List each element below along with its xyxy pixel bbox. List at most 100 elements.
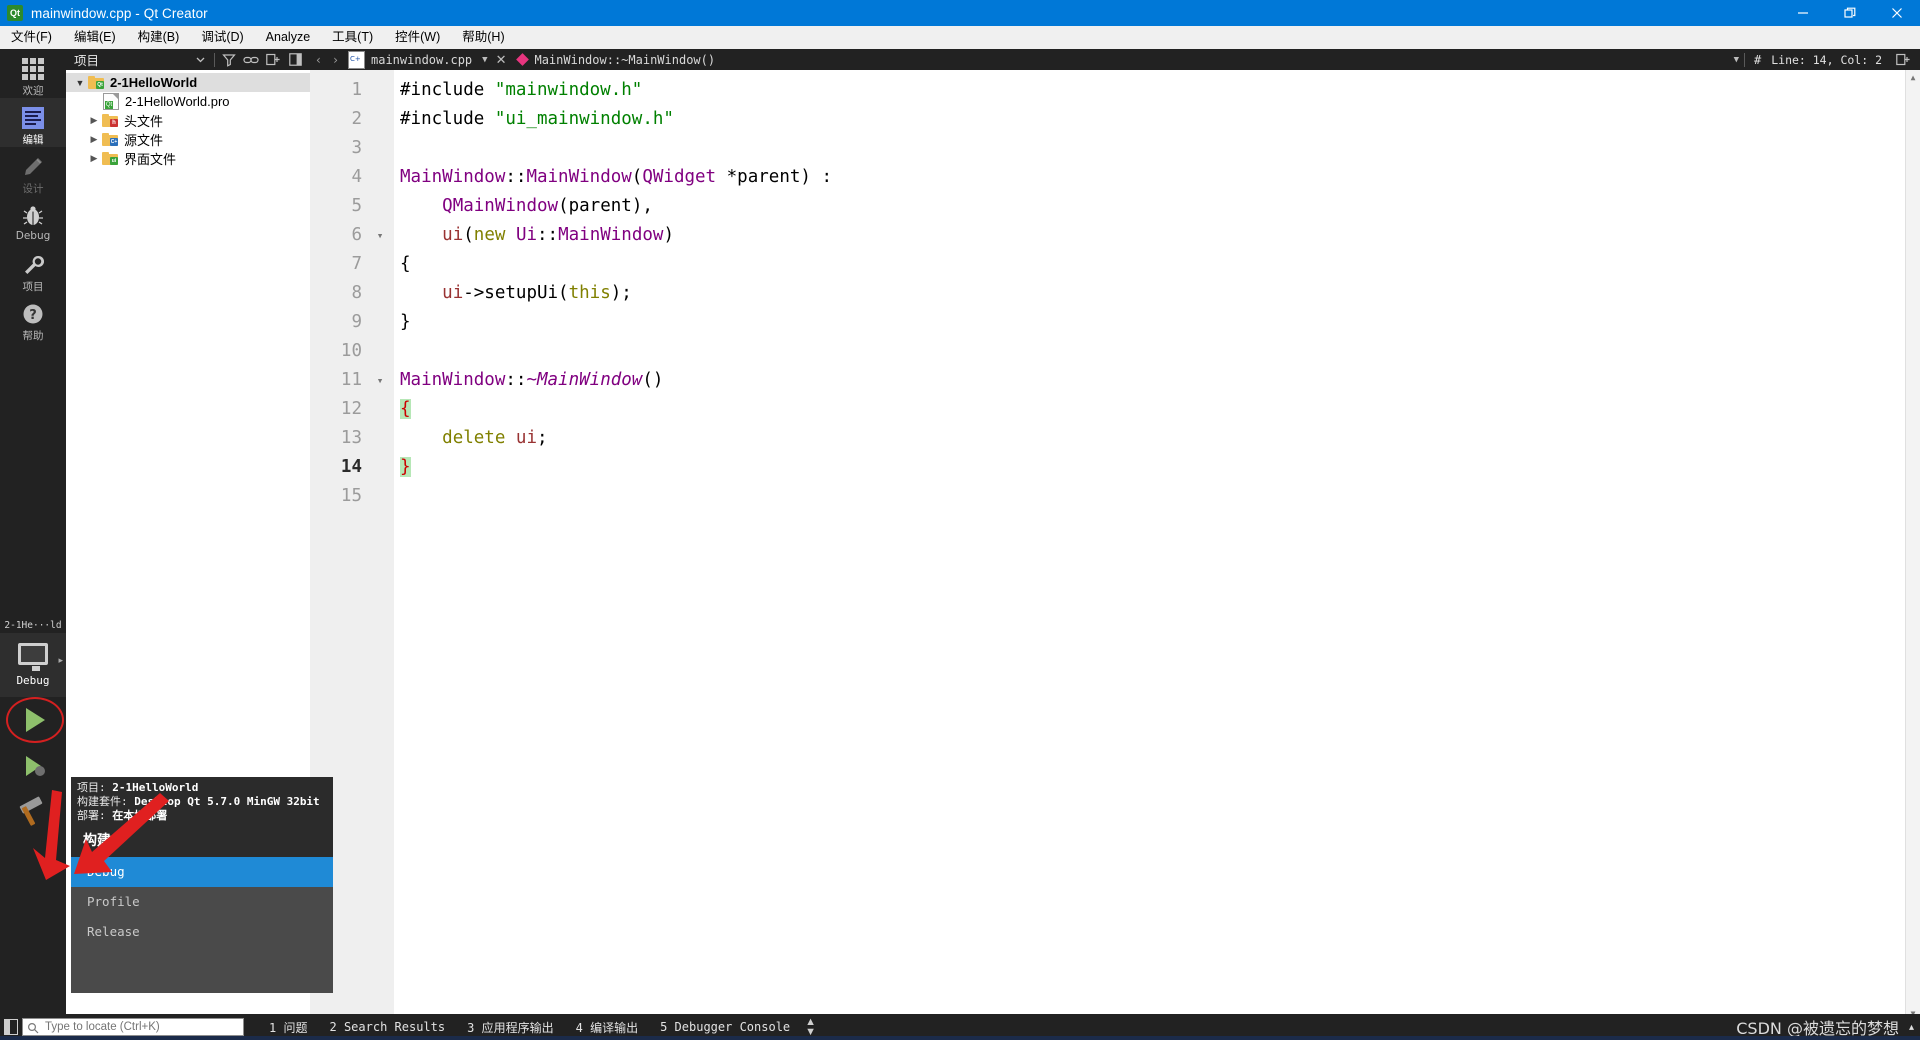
restore-button[interactable] <box>1826 0 1873 26</box>
code-line: 2 #include "ui_mainwindow.h" <box>310 105 1920 134</box>
file-badge: Qt <box>105 101 113 109</box>
fold-marker-icon[interactable] <box>364 453 396 482</box>
menu-file[interactable]: 文件(F) <box>0 26 63 49</box>
folder-icon: ui <box>102 152 118 165</box>
menu-debug[interactable]: 调试(D) <box>190 26 254 49</box>
debug-run-button[interactable] <box>0 743 66 789</box>
sidebar-item-projects[interactable]: 项目 <box>0 245 66 294</box>
collapse-arrow-icon: ▴ <box>1908 1021 1914 1033</box>
fold-marker-icon[interactable] <box>364 105 396 134</box>
code-line: 4 MainWindow::MainWindow(QWidget *parent)… <box>310 163 1920 192</box>
build-button[interactable] <box>0 789 66 835</box>
sidebar-item-debug[interactable]: Debug <box>0 196 66 245</box>
output-pane-debugger-console[interactable]: 5 Debugger Console <box>649 1020 801 1034</box>
fold-marker-icon[interactable]: ▾ <box>364 366 396 395</box>
code-text: ui(new Ui::MainWindow) <box>442 225 674 245</box>
menu-help[interactable]: 帮助(H) <box>451 26 515 49</box>
link-icon[interactable] <box>240 50 262 70</box>
popup-info-kit: 构建套件: Desktop Qt 5.7.0 MinGW 32bit <box>77 795 320 808</box>
menu-analyze[interactable]: Analyze <box>255 26 321 49</box>
tree-item-project[interactable]: ▼ Qt 2-1HelloWorld <box>66 73 310 92</box>
sidebar-icon[interactable] <box>284 50 306 70</box>
fold-marker-icon[interactable] <box>364 482 396 511</box>
editor-tab-filename[interactable]: mainwindow.cpp <box>371 53 472 67</box>
fold-marker-icon[interactable]: ▾ <box>364 221 396 250</box>
kit-selector[interactable]: 2-1He···ld Debug ▸ <box>0 619 66 835</box>
nav-forward-icon[interactable]: › <box>327 53 344 67</box>
output-pane-compile-output[interactable]: 4 编译输出 <box>565 1019 649 1036</box>
pane-updown-icon[interactable]: ▲ ▼ <box>801 1017 816 1038</box>
code-text: QMainWindow(parent), <box>442 196 653 216</box>
menu-edit[interactable]: 编辑(E) <box>63 26 127 49</box>
popup-section-header: 构建 <box>71 823 333 857</box>
menu-tools[interactable]: 工具(T) <box>321 26 384 49</box>
mode-label-design: 设计 <box>22 183 44 195</box>
tree-label-pro-file: 2-1HelloWorld.pro <box>125 94 230 109</box>
editor-vertical-scrollbar[interactable]: ▲ ▼ <box>1905 70 1920 1020</box>
popup-target-info: 项目: 2-1HelloWorld 构建套件: Desktop Qt 5.7.0… <box>71 777 333 823</box>
editor-area: ‹ › mainwindow.cpp ▼ ✕ MainWindow::~Main… <box>310 49 1920 1020</box>
sidebar-item-edit[interactable]: 编辑 <box>0 98 66 147</box>
folder-badge: h <box>110 119 118 127</box>
output-pane-search-results[interactable]: 2 Search Results <box>318 1020 456 1034</box>
sidebar-item-help[interactable]: ? 帮助 <box>0 294 66 343</box>
nav-back-icon[interactable]: ‹ <box>310 53 327 67</box>
chevron-down-icon[interactable]: ▼ <box>1734 55 1739 65</box>
close-button[interactable] <box>1873 0 1920 26</box>
editor-symbol-selector[interactable]: MainWindow::~MainWindow() <box>534 53 715 67</box>
sidebar-item-welcome[interactable]: 欢迎 <box>0 49 66 98</box>
fold-marker-icon[interactable] <box>364 337 396 366</box>
fold-marker-icon[interactable] <box>364 163 396 192</box>
menu-build[interactable]: 构建(B) <box>127 26 191 49</box>
popup-info-project: 项目: 2-1HelloWorld <box>77 781 199 794</box>
split-icon[interactable] <box>262 50 284 70</box>
popup-item-release[interactable]: Release <box>71 917 333 947</box>
fold-marker-icon[interactable] <box>364 250 396 279</box>
sidebar-item-design[interactable]: 设计 <box>0 147 66 196</box>
fold-marker-icon[interactable] <box>364 192 396 221</box>
qt-icon: Qt <box>7 5 23 21</box>
chevron-down-icon[interactable]: ▼ <box>72 78 88 88</box>
fold-marker-icon[interactable] <box>364 424 396 453</box>
chevron-right-icon[interactable]: ▶ <box>86 115 102 126</box>
kit-target-button[interactable]: Debug ▸ <box>0 633 66 697</box>
filter-icon[interactable] <box>218 50 240 70</box>
locator-field[interactable] <box>22 1018 244 1036</box>
code-line: 15 <box>310 482 1920 511</box>
run-button[interactable] <box>0 697 66 743</box>
line-number: 12 <box>340 399 362 419</box>
close-tab-button[interactable]: ✕ <box>488 52 515 68</box>
chevron-right-icon[interactable]: ▶ <box>86 134 102 145</box>
output-pane-app-output[interactable]: 3 应用程序输出 <box>456 1019 564 1036</box>
fold-marker-icon[interactable] <box>364 395 396 424</box>
chevron-right-icon[interactable]: ▶ <box>86 153 102 164</box>
popup-item-debug[interactable]: Debug <box>71 857 333 887</box>
code-editor[interactable]: 1 #include "mainwindow.h" 2 #include "ui_ma… <box>310 70 1920 1020</box>
minimize-button[interactable] <box>1779 0 1826 26</box>
search-input[interactable] <box>43 1020 227 1034</box>
folder-icon: C+ <box>102 133 118 146</box>
tree-item-sources[interactable]: ▶ C+ 源文件 <box>66 130 310 149</box>
line-col-icon: # <box>1753 52 1762 67</box>
tree-item-pro-file[interactable]: Qt 2-1HelloWorld.pro <box>66 92 310 111</box>
fold-marker-icon[interactable] <box>364 134 396 163</box>
chevron-right-icon[interactable]: ▸ <box>58 655 63 666</box>
output-pane-issues[interactable]: 1 问题 <box>258 1019 318 1036</box>
chevron-down-icon[interactable] <box>189 50 211 70</box>
popup-info-deploy: 部署: 在本地部署 <box>77 809 168 822</box>
tree-item-headers[interactable]: ▶ h 头文件 <box>66 111 310 130</box>
line-number: 15 <box>340 486 362 506</box>
fold-marker-icon[interactable] <box>364 279 396 308</box>
split-add-icon[interactable] <box>1892 50 1914 70</box>
popup-item-profile[interactable]: Profile <box>71 887 333 917</box>
build-config-popup: 项目: 2-1HelloWorld 构建套件: Desktop Qt 5.7.0… <box>71 777 333 993</box>
tree-item-forms[interactable]: ▶ ui 界面文件 <box>66 149 310 168</box>
fold-marker-icon[interactable] <box>364 76 396 105</box>
scroll-up-icon[interactable]: ▲ <box>1906 70 1920 84</box>
line-number: 4 <box>351 167 362 187</box>
menu-window[interactable]: 控件(W) <box>384 26 451 49</box>
fold-marker-icon[interactable] <box>364 308 396 337</box>
code-line: 7{ <box>310 250 1920 279</box>
line-col-indicator[interactable]: Line: 14, Col: 2 <box>1763 53 1890 67</box>
